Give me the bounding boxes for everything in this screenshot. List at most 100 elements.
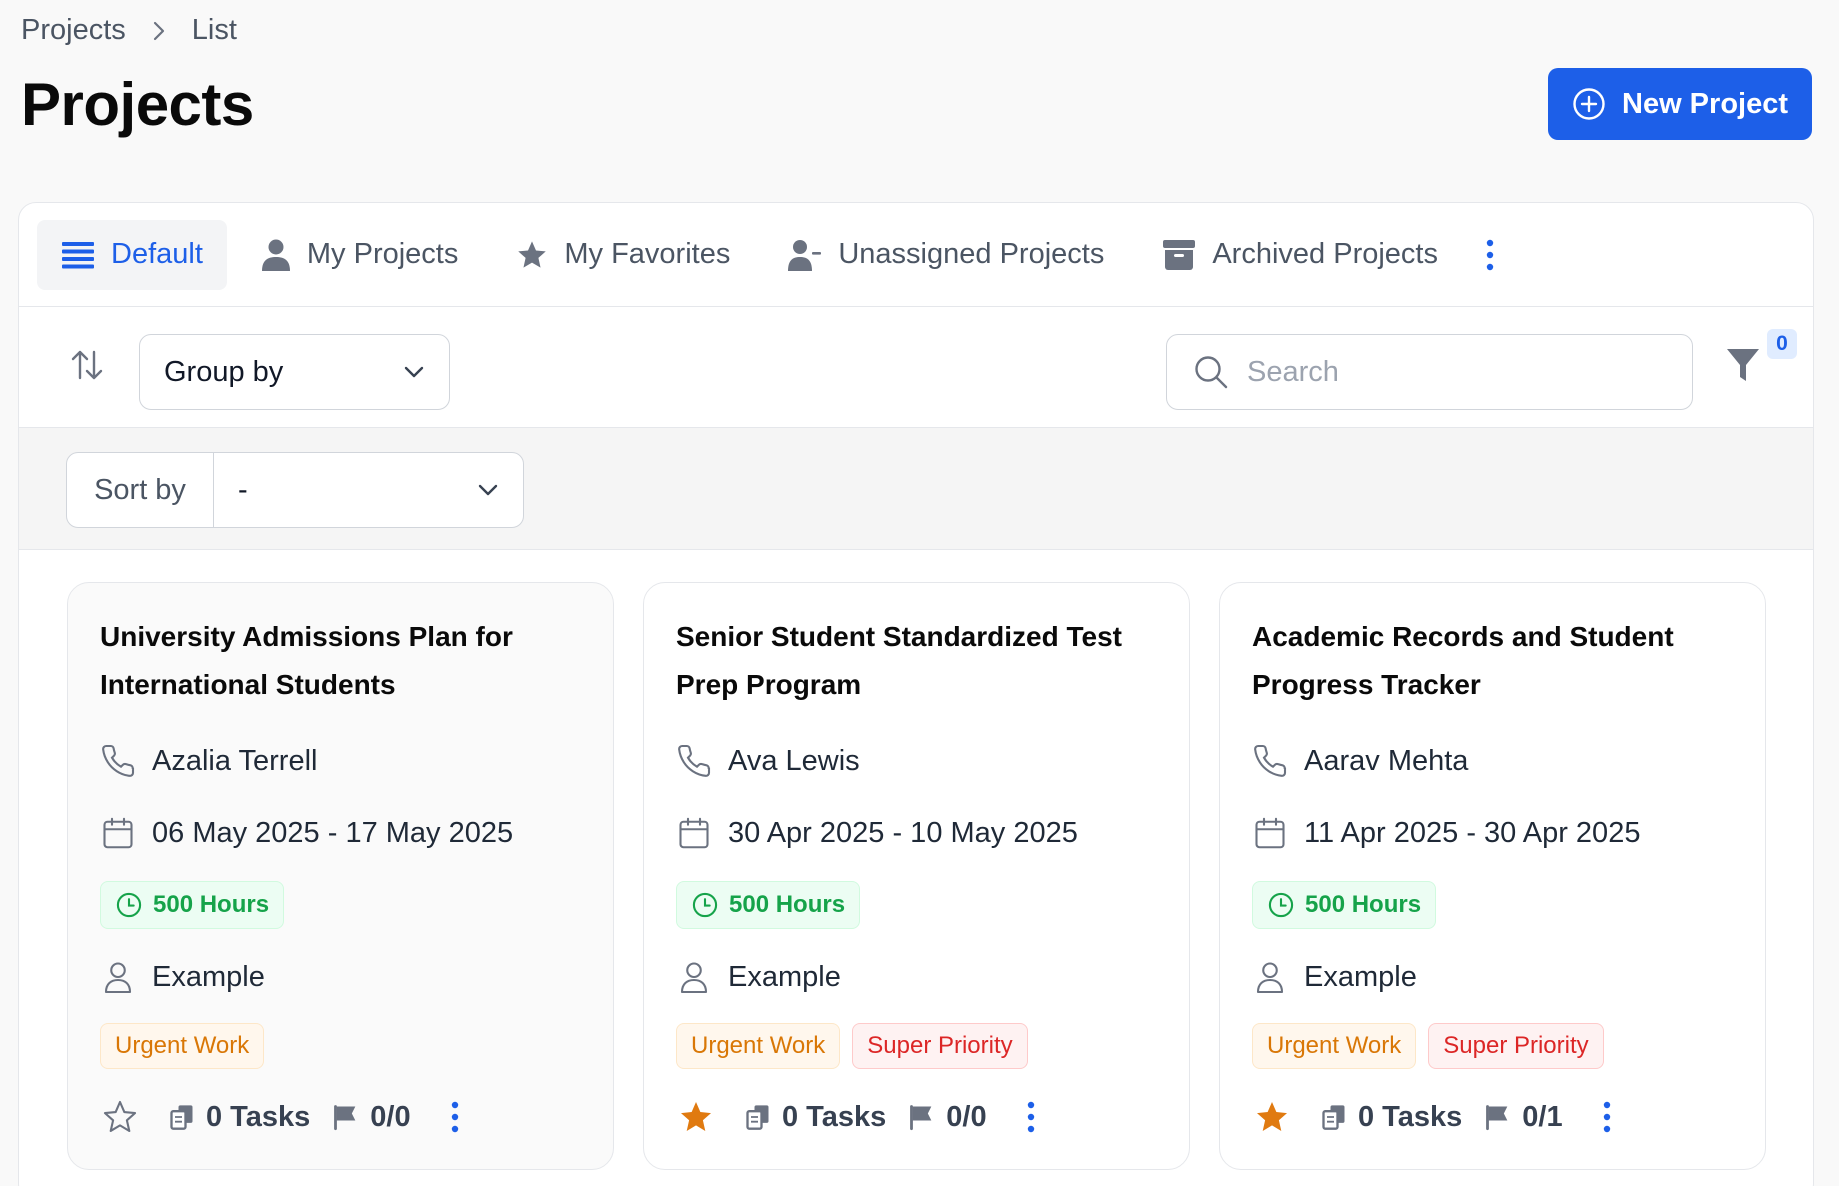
- tab-default[interactable]: Default: [37, 219, 227, 290]
- tab-my-projects[interactable]: My Projects: [237, 220, 482, 290]
- contact-name: Aarav Mehta: [1304, 744, 1469, 777]
- card-footer: 0 Tasks 0/0: [676, 1093, 1157, 1141]
- date-range: 11 Apr 2025 - 30 Apr 2025: [1304, 816, 1641, 849]
- group-by-label: Group by: [164, 355, 284, 388]
- group-by-select[interactable]: Group by: [139, 334, 450, 410]
- project-title[interactable]: Academic Records and Student Progress Tr…: [1252, 613, 1733, 709]
- task-count-label: 0 Tasks: [1358, 1100, 1463, 1133]
- more-vertical-icon: [451, 1101, 458, 1133]
- owner-name: Example: [728, 960, 841, 993]
- search-input[interactable]: [1247, 355, 1647, 389]
- clock-icon: [1267, 891, 1295, 919]
- archive-icon: [1162, 239, 1196, 271]
- clock-icon: [115, 891, 143, 919]
- more-vertical-icon: [1486, 239, 1494, 271]
- task-count: 0 Tasks: [744, 1101, 886, 1134]
- calendar-icon: [100, 815, 136, 851]
- calendar-icon: [1252, 815, 1288, 851]
- tabs-more-button[interactable]: [1476, 220, 1504, 290]
- user-outline-icon: [1252, 959, 1288, 995]
- breadcrumb-list: List: [191, 14, 237, 46]
- milestone-count-label: 0/1: [1522, 1100, 1563, 1133]
- sort-by-label: Sort by: [67, 453, 214, 527]
- project-card[interactable]: Senior Student Standardized Test Prep Pr…: [643, 582, 1190, 1170]
- date-range: 06 May 2025 - 17 May 2025: [152, 816, 514, 849]
- milestone-count-label: 0/0: [370, 1100, 411, 1133]
- flag-icon: [332, 1103, 360, 1131]
- tab-my-favorites-label: My Favorites: [564, 238, 731, 270]
- phone-icon: [1252, 743, 1288, 779]
- task-count-label: 0 Tasks: [206, 1100, 311, 1133]
- project-owner: Example: [676, 953, 1157, 1001]
- owner-name: Example: [1304, 960, 1417, 993]
- sort-by-value: -: [238, 473, 248, 506]
- card-more-button[interactable]: [1603, 1101, 1611, 1133]
- card-more-button[interactable]: [1027, 1101, 1035, 1133]
- sort-row: Sort by -: [19, 428, 1813, 550]
- tab-my-projects-label: My Projects: [306, 238, 459, 270]
- sort-direction-toggle[interactable]: [69, 347, 105, 383]
- user-minus-icon: [788, 238, 822, 272]
- milestone-count: 0/0: [908, 1101, 987, 1134]
- project-contact: Ava Lewis: [676, 737, 1157, 785]
- filter-icon: [1725, 345, 1761, 385]
- date-range: 30 Apr 2025 - 10 May 2025: [728, 816, 1078, 849]
- user-outline-icon: [676, 959, 712, 995]
- copy-icon: [744, 1103, 772, 1131]
- project-tags: Urgent Work Super Priority: [1252, 1023, 1733, 1071]
- user-icon: [261, 238, 291, 272]
- breadcrumb: Projects List: [21, 14, 237, 47]
- sort-by-select[interactable]: Sort by -: [66, 452, 524, 528]
- projects-panel: Default My Projects My Favorites Unassig…: [18, 202, 1814, 1186]
- tab-unassigned-projects-label: Unassigned Projects: [838, 238, 1105, 270]
- owner-name: Example: [152, 960, 265, 993]
- filter-button[interactable]: [1725, 345, 1761, 385]
- project-title[interactable]: University Admissions Plan for Internati…: [100, 613, 581, 709]
- more-vertical-icon: [1603, 1101, 1610, 1133]
- tab-default-label: Default: [111, 238, 203, 270]
- favorite-star-outline-icon[interactable]: [102, 1099, 138, 1135]
- contact-name: Azalia Terrell: [152, 744, 318, 777]
- new-project-label: New Project: [1622, 87, 1788, 120]
- card-more-button[interactable]: [451, 1101, 459, 1133]
- filter-count-badge: 0: [1767, 329, 1797, 359]
- project-card[interactable]: University Admissions Plan for Internati…: [67, 582, 614, 1170]
- hours-badge: 500 Hours: [676, 881, 861, 929]
- tab-archived-projects-label: Archived Projects: [1212, 238, 1438, 270]
- project-owner: Example: [100, 953, 581, 1001]
- card-footer: 0 Tasks 0/1: [1252, 1093, 1733, 1141]
- list-icon: [61, 240, 95, 270]
- contact-name: Ava Lewis: [728, 744, 860, 777]
- page-title: Projects: [21, 71, 254, 138]
- user-outline-icon: [100, 959, 136, 995]
- hours-badge: 500 Hours: [1252, 881, 1437, 929]
- tab-unassigned-projects[interactable]: Unassigned Projects: [764, 220, 1128, 290]
- tag-super-priority: Super Priority: [852, 1023, 1028, 1069]
- copy-icon: [168, 1103, 196, 1131]
- chevron-down-icon: [477, 483, 499, 497]
- favorite-star-filled-icon[interactable]: [678, 1099, 714, 1135]
- card-footer: 0 Tasks 0/0: [100, 1093, 581, 1141]
- flag-icon: [1484, 1103, 1512, 1131]
- project-card[interactable]: Academic Records and Student Progress Tr…: [1219, 582, 1766, 1170]
- project-dates: 30 Apr 2025 - 10 May 2025: [676, 809, 1157, 857]
- sort-by-value-container: -: [214, 453, 523, 527]
- task-count: 0 Tasks: [1320, 1101, 1462, 1134]
- phone-icon: [100, 743, 136, 779]
- tag-urgent-work: Urgent Work: [1252, 1023, 1417, 1069]
- project-cards: University Admissions Plan for Internati…: [19, 550, 1813, 1186]
- chevron-right-icon: [152, 20, 166, 42]
- project-contact: Azalia Terrell: [100, 737, 581, 785]
- project-title[interactable]: Senior Student Standardized Test Prep Pr…: [676, 613, 1157, 709]
- breadcrumb-projects[interactable]: Projects: [21, 14, 126, 47]
- favorite-star-filled-icon[interactable]: [1254, 1099, 1290, 1135]
- clock-icon: [691, 891, 719, 919]
- tab-archived-projects[interactable]: Archived Projects: [1138, 220, 1462, 290]
- project-tags: Urgent Work: [100, 1023, 581, 1071]
- hours-badge: 500 Hours: [100, 881, 285, 929]
- list-toolbar: Group by 0: [19, 307, 1813, 428]
- copy-icon: [1320, 1103, 1348, 1131]
- star-icon: [516, 239, 548, 271]
- tab-my-favorites[interactable]: My Favorites: [492, 220, 754, 290]
- new-project-button[interactable]: New Project: [1548, 68, 1812, 140]
